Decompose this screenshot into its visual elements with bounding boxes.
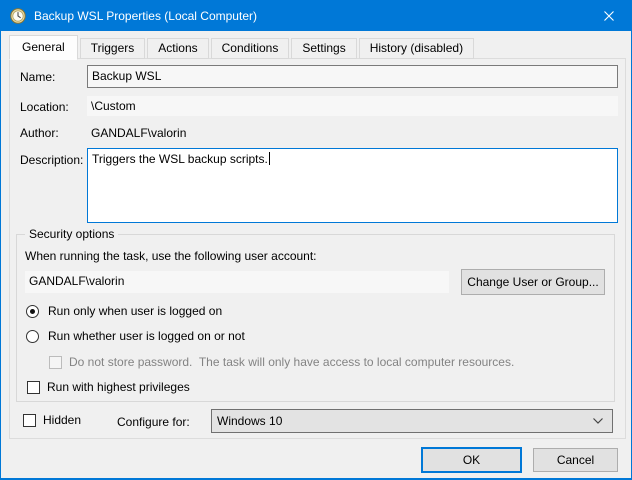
task-scheduler-clock-icon: [10, 8, 26, 24]
name-field[interactable]: Backup WSL: [87, 65, 618, 88]
text-caret: [269, 152, 270, 165]
description-label: Description:: [20, 153, 83, 167]
configure-for-label: Configure for:: [117, 415, 190, 429]
tab-history[interactable]: History (disabled): [359, 38, 474, 59]
radio-unselected-icon: [26, 330, 39, 343]
cancel-button[interactable]: Cancel: [533, 448, 618, 472]
location-field: \Custom: [87, 96, 618, 116]
chevron-down-icon: [592, 417, 604, 425]
radio-run-only-logged-on[interactable]: Run only when user is logged on: [26, 304, 222, 318]
checkbox-no-store-password: Do not store password. The task will onl…: [49, 355, 514, 369]
close-button[interactable]: [586, 1, 631, 31]
change-user-button[interactable]: Change User or Group...: [461, 269, 605, 295]
name-label: Name:: [20, 70, 55, 84]
checkbox-disabled-icon: [49, 356, 62, 369]
author-label: Author:: [20, 126, 59, 140]
author-value: GANDALF\valorin: [91, 126, 186, 140]
description-text: Triggers the WSL backup scripts.: [92, 152, 268, 166]
radio-run-only-label: Run only when user is logged on: [48, 304, 222, 318]
location-label: Location:: [20, 100, 69, 114]
radio-run-whether-label: Run whether user is logged on or not: [48, 329, 245, 343]
security-options-title: Security options: [25, 227, 118, 241]
general-tab-page: Name: Backup WSL Location: \Custom Autho…: [9, 58, 626, 439]
radio-run-whether[interactable]: Run whether user is logged on or not: [26, 329, 245, 343]
titlebar: Backup WSL Properties (Local Computer): [1, 1, 631, 31]
window-title: Backup WSL Properties (Local Computer): [34, 9, 257, 23]
checkbox-highest-privileges[interactable]: Run with highest privileges: [27, 380, 190, 394]
no-store-password-label: Do not store password. The task will onl…: [69, 355, 514, 369]
ok-button[interactable]: OK: [421, 447, 522, 473]
tab-settings[interactable]: Settings: [291, 38, 356, 59]
checkbox-unchecked-icon: [27, 381, 40, 394]
radio-selected-icon: [26, 305, 39, 318]
tab-conditions[interactable]: Conditions: [211, 38, 290, 59]
dialog-window: Backup WSL Properties (Local Computer) G…: [0, 0, 632, 480]
checkbox-unchecked-icon: [23, 414, 36, 427]
configure-for-dropdown[interactable]: Windows 10: [211, 409, 613, 433]
highest-privileges-label: Run with highest privileges: [47, 380, 190, 394]
checkbox-hidden[interactable]: Hidden: [23, 413, 81, 427]
security-options-group: Security options When running the task, …: [16, 234, 615, 402]
tab-general[interactable]: General: [9, 35, 78, 60]
description-textarea[interactable]: Triggers the WSL backup scripts.: [87, 148, 618, 223]
tab-bar: General Triggers Actions Conditions Sett…: [9, 34, 476, 59]
user-account-field: GANDALF\valorin: [25, 271, 449, 293]
configure-for-value: Windows 10: [217, 414, 282, 428]
hidden-label: Hidden: [43, 413, 81, 427]
account-hint: When running the task, use the following…: [25, 249, 317, 263]
tab-actions[interactable]: Actions: [147, 38, 208, 59]
tab-triggers[interactable]: Triggers: [80, 38, 146, 59]
close-icon: [603, 10, 615, 22]
